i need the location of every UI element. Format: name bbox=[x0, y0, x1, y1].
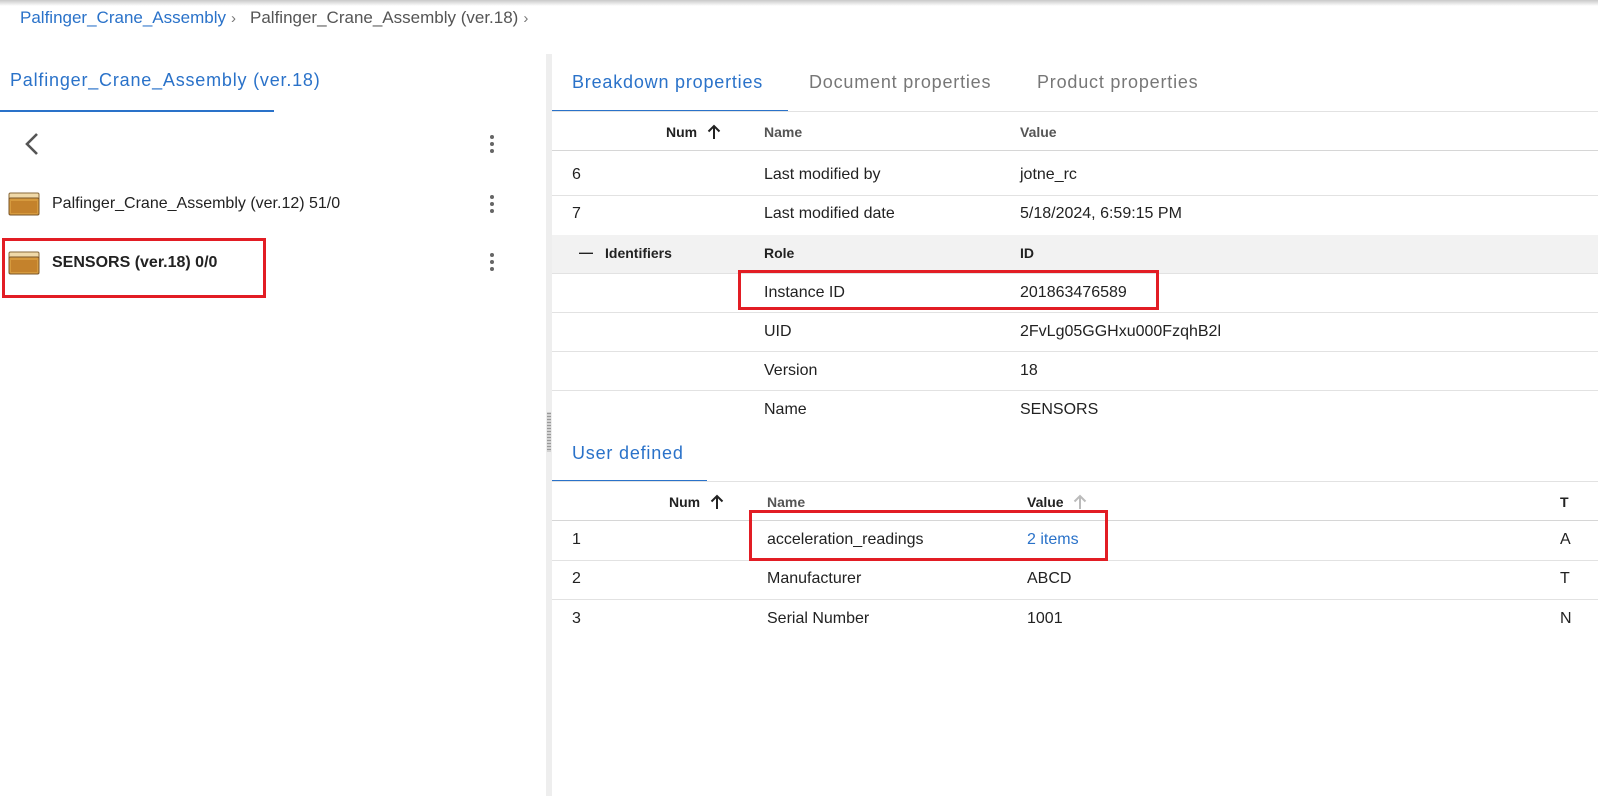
breadcrumb: Palfinger_Crane_Assembly › Palfinger_Cra… bbox=[20, 8, 528, 28]
tree-item-palfinger-crane-assembly[interactable]: Palfinger_Crane_Assembly (ver.12) 51/0 bbox=[8, 184, 488, 224]
highlight-box-acceleration-readings bbox=[749, 510, 1108, 561]
column-header-num[interactable]: Num bbox=[669, 494, 724, 510]
row-divider bbox=[552, 312, 1598, 313]
breadcrumb-current[interactable]: Palfinger_Crane_Assembly (ver.18) bbox=[250, 8, 518, 28]
identifier-role: Version bbox=[764, 362, 818, 379]
collapse-identifiers-toggle[interactable]: — bbox=[579, 244, 593, 260]
identifier-id: 2FvLg05GGHxu000FzqhB2l bbox=[1020, 323, 1221, 340]
tree-item-more-button[interactable] bbox=[482, 190, 502, 218]
row-name: Last modified date bbox=[764, 205, 895, 222]
identifier-id: 18 bbox=[1020, 362, 1038, 379]
sort-icon bbox=[1074, 494, 1087, 509]
row-name: Manufacturer bbox=[767, 570, 862, 587]
tab-breakdown-properties[interactable]: Breakdown properties bbox=[572, 72, 763, 93]
identifiers-id-header: ID bbox=[1020, 245, 1034, 261]
row-num: 1 bbox=[572, 531, 581, 548]
divider bbox=[552, 111, 1598, 112]
row-num: 2 bbox=[572, 570, 581, 587]
row-divider bbox=[552, 195, 1598, 196]
identifiers-group-row[interactable] bbox=[552, 235, 1598, 274]
row-divider bbox=[552, 599, 1598, 600]
column-header-name[interactable]: Name bbox=[764, 124, 802, 140]
row-divider bbox=[552, 390, 1598, 391]
top-shadow bbox=[0, 0, 1598, 6]
header-divider bbox=[552, 150, 1598, 151]
tree-item-more-button[interactable] bbox=[482, 248, 502, 276]
panel-more-menu-button[interactable] bbox=[482, 130, 502, 158]
row-value: ABCD bbox=[1027, 570, 1072, 587]
properties-panel: Breakdown properties Document properties… bbox=[552, 54, 1598, 796]
identifiers-group-label: Identifiers bbox=[605, 245, 672, 261]
breadcrumb-separator: › bbox=[231, 9, 236, 27]
highlight-box-instance-id bbox=[738, 270, 1159, 310]
sort-ascending-icon bbox=[710, 494, 724, 509]
identifier-role: UID bbox=[764, 323, 792, 340]
column-header-value[interactable]: Value bbox=[1020, 124, 1057, 140]
column-header-label: Num bbox=[666, 124, 698, 140]
row-value: jotne_rc bbox=[1020, 166, 1077, 183]
column-header-label: Num bbox=[669, 494, 701, 510]
structure-tab[interactable]: Palfinger_Crane_Assembly (ver.18) bbox=[10, 70, 321, 91]
chevron-left-icon bbox=[25, 133, 38, 155]
highlight-box-sensors bbox=[2, 238, 266, 298]
row-divider bbox=[552, 351, 1598, 352]
back-button[interactable] bbox=[18, 128, 46, 160]
breadcrumb-root-link[interactable]: Palfinger_Crane_Assembly bbox=[20, 8, 226, 28]
divider bbox=[552, 481, 1598, 482]
column-header-value[interactable]: Value bbox=[1027, 494, 1087, 510]
structure-panel: Palfinger_Crane_Assembly (ver.18) Palfin… bbox=[0, 54, 546, 796]
sort-ascending-icon bbox=[707, 124, 721, 139]
row-type: N bbox=[1560, 610, 1572, 627]
row-num: 7 bbox=[572, 205, 581, 222]
tab-document-properties[interactable]: Document properties bbox=[809, 72, 991, 93]
breadcrumb-separator: › bbox=[523, 9, 529, 27]
row-value: 1001 bbox=[1027, 610, 1063, 627]
row-num: 3 bbox=[572, 610, 581, 627]
column-header-label: Value bbox=[1027, 494, 1064, 510]
row-value: 5/18/2024, 6:59:15 PM bbox=[1020, 205, 1182, 222]
row-num: 6 bbox=[572, 166, 581, 183]
folder-box-icon bbox=[8, 192, 40, 216]
row-name: Last modified by bbox=[764, 166, 881, 183]
column-header-name[interactable]: Name bbox=[767, 494, 805, 510]
row-type: A bbox=[1560, 531, 1571, 548]
row-type: T bbox=[1560, 570, 1570, 587]
tab-user-defined[interactable]: User defined bbox=[572, 443, 684, 464]
column-header-num[interactable]: Num bbox=[666, 124, 721, 140]
tab-product-properties[interactable]: Product properties bbox=[1037, 72, 1198, 93]
row-name: Serial Number bbox=[767, 610, 870, 627]
splitter-grip[interactable] bbox=[547, 412, 551, 452]
identifiers-role-header: Role bbox=[764, 245, 795, 261]
identifier-id: SENSORS bbox=[1020, 401, 1099, 418]
structure-tab-underline bbox=[0, 110, 274, 112]
identifier-role: Name bbox=[764, 401, 807, 418]
tree-item-label: Palfinger_Crane_Assembly (ver.12) 51/0 bbox=[52, 195, 341, 212]
column-header-type[interactable]: T bbox=[1560, 494, 1569, 510]
